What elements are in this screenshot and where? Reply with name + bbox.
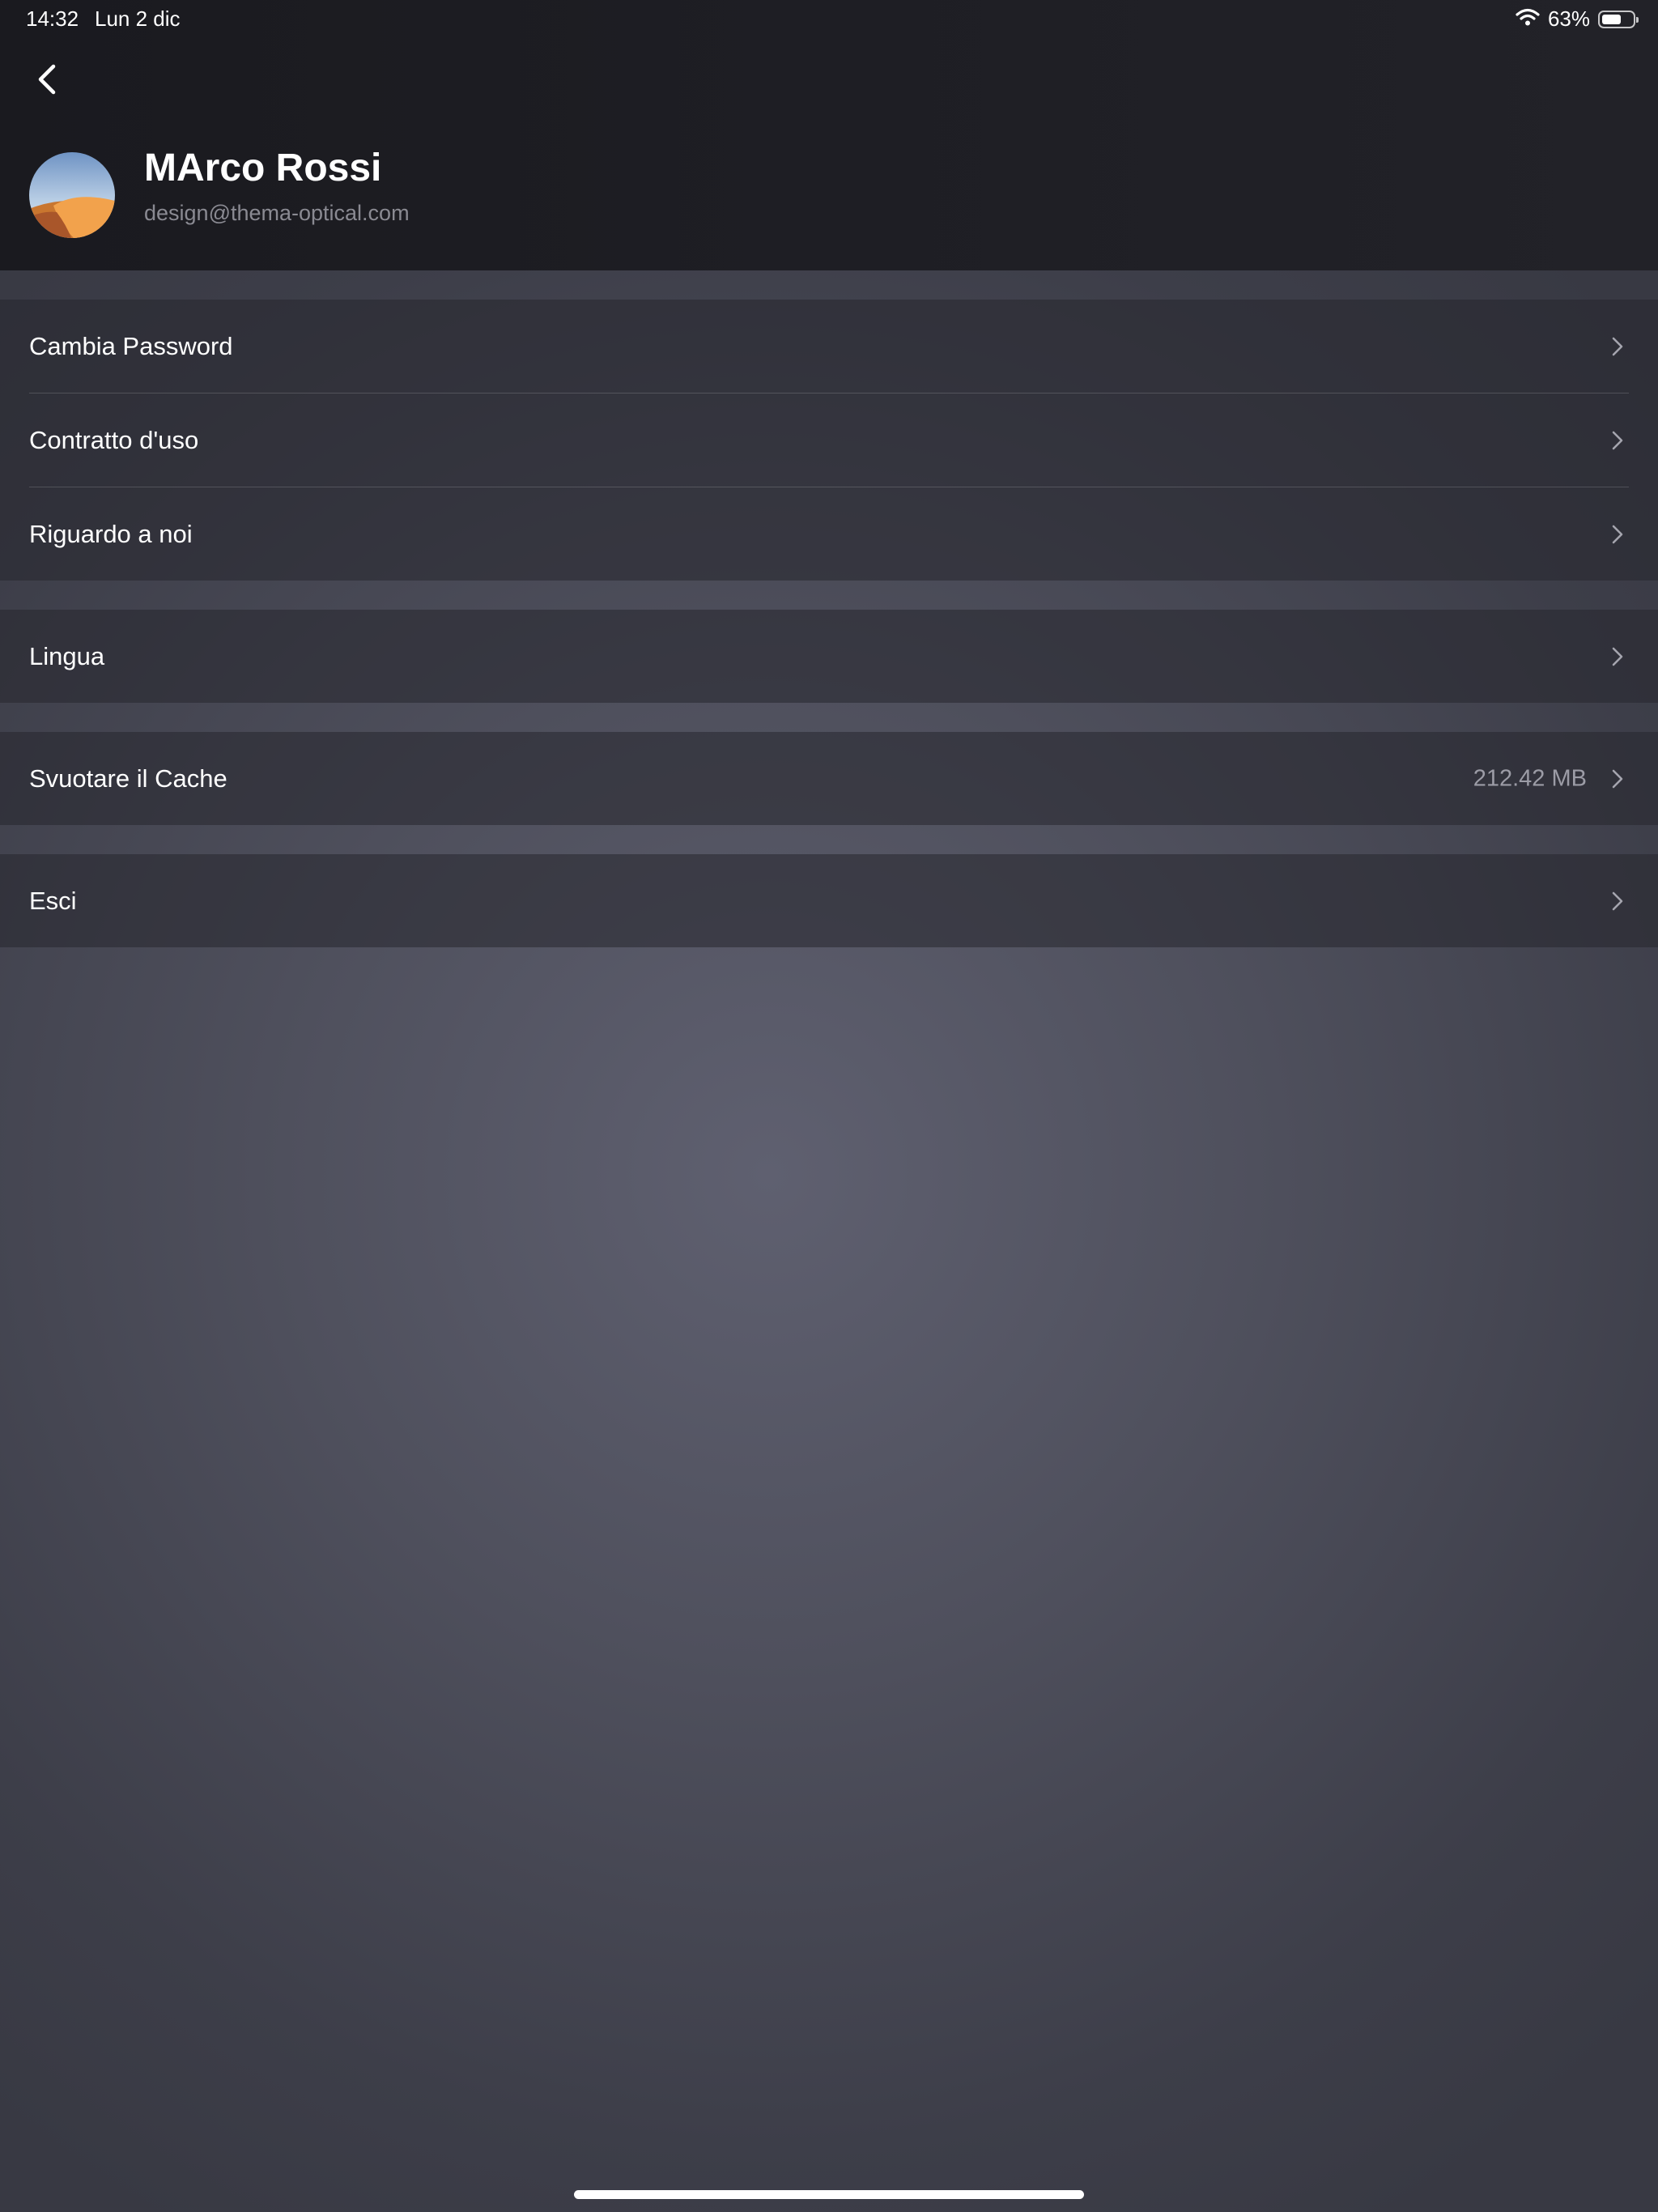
status-indicators: 63% — [1516, 6, 1639, 32]
language-row[interactable]: Lingua — [0, 610, 1658, 703]
chevron-left-icon — [23, 64, 71, 112]
wifi-icon — [1516, 8, 1540, 30]
user-email: design@thema-optical.com — [144, 201, 410, 225]
settings-group-account: Cambia Password Contratto d'uso Riguardo… — [0, 300, 1658, 581]
avatar[interactable] — [29, 152, 115, 238]
chevron-right-icon — [1611, 646, 1624, 667]
battery-percent: 63% — [1547, 6, 1590, 31]
language-label: Lingua — [29, 641, 105, 670]
settings-group-cache: Svuotare il Cache 212.42 MB — [0, 732, 1658, 825]
chevron-right-icon — [1611, 768, 1624, 789]
status-time: 14:32 — [26, 6, 79, 31]
cache-size-value: 212.42 MB — [1473, 765, 1587, 791]
settings-list: Cambia Password Contratto d'uso Riguardo… — [0, 270, 1658, 947]
settings-group-logout: Esci — [0, 854, 1658, 947]
logout-row[interactable]: Esci — [0, 854, 1658, 947]
clear-cache-label: Svuotare il Cache — [29, 764, 227, 793]
about-us-label: Riguardo a noi — [29, 519, 193, 548]
chevron-right-icon — [1611, 891, 1624, 912]
chevron-right-icon — [1611, 430, 1624, 451]
change-password-label: Cambia Password — [29, 331, 233, 360]
logout-label: Esci — [29, 886, 77, 915]
chevron-right-icon — [1611, 336, 1624, 357]
terms-of-use-label: Contratto d'uso — [29, 425, 199, 454]
user-name: MArco Rossi — [144, 147, 382, 189]
battery-icon — [1598, 10, 1639, 28]
terms-of-use-row[interactable]: Contratto d'uso — [0, 393, 1658, 487]
status-bar: 14:32 Lun 2 dic 63% — [0, 0, 1658, 39]
settings-group-language: Lingua — [0, 610, 1658, 703]
battery-level — [1602, 14, 1621, 24]
back-button[interactable] — [23, 50, 71, 108]
battery-tip — [1636, 16, 1639, 23]
change-password-row[interactable]: Cambia Password — [0, 300, 1658, 393]
profile-header: MArco Rossi design@thema-optical.com — [0, 0, 1658, 270]
status-date: Lun 2 dic — [95, 6, 181, 31]
home-indicator[interactable] — [574, 2190, 1084, 2199]
clear-cache-row[interactable]: Svuotare il Cache 212.42 MB — [0, 732, 1658, 825]
chevron-right-icon — [1611, 524, 1624, 545]
about-us-row[interactable]: Riguardo a noi — [0, 487, 1658, 581]
